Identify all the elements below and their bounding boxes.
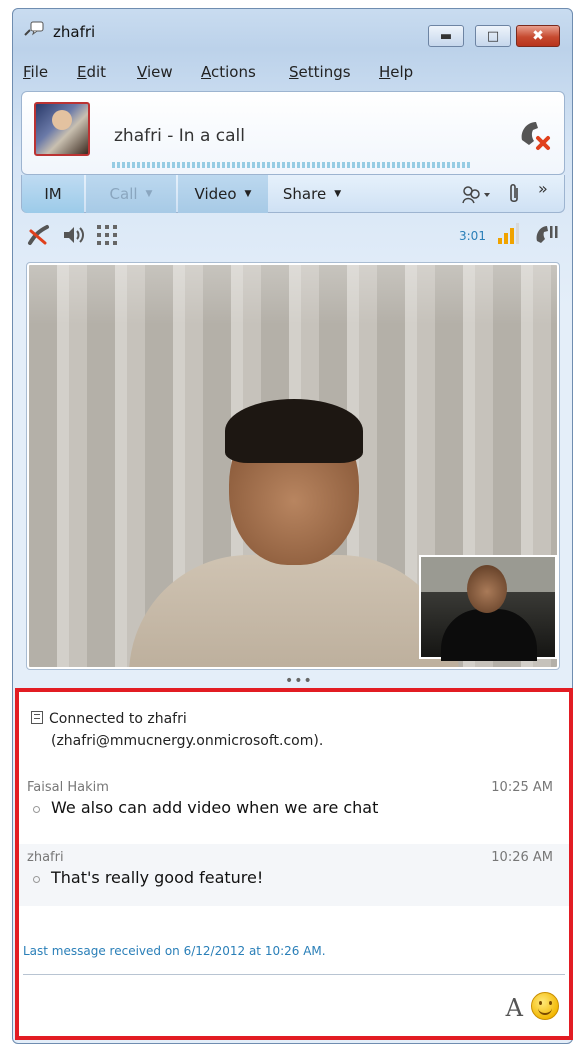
message-text: That's really good feature!: [51, 868, 264, 887]
message-group: zhafri 10:26 AM That's really good featu…: [19, 844, 569, 906]
tab-im-label: IM: [44, 185, 62, 203]
self-view-video[interactable]: [419, 555, 557, 661]
menu-view[interactable]: View: [137, 63, 173, 81]
contact-status: zhafri - In a call: [114, 126, 245, 146]
menu-edit[interactable]: Edit: [77, 63, 106, 81]
remote-participant-video: [129, 399, 459, 667]
conversation-panel: Connected to zhafri (zhafri@mmucnergy.on…: [15, 688, 573, 1040]
signal-quality-icon: [498, 223, 519, 244]
minimize-button[interactable]: ▬: [428, 25, 464, 47]
chevron-down-icon: ▼: [244, 189, 252, 199]
close-icon: ✖: [532, 28, 544, 44]
pane-splitter[interactable]: •••: [285, 673, 313, 689]
audio-activity-indicator: [112, 162, 472, 168]
participants-icon[interactable]: [462, 185, 492, 205]
modality-toolbar: IM Call ▼ Video ▼ Share ▼ »: [21, 175, 565, 213]
menu-actions[interactable]: Actions: [201, 63, 256, 81]
tab-im[interactable]: IM: [22, 175, 84, 213]
font-button[interactable]: A: [506, 994, 523, 1022]
remote-participant-body: [129, 555, 459, 667]
dialpad-icon[interactable]: [95, 223, 119, 247]
window-title: zhafri: [53, 23, 96, 41]
maximize-icon: □: [486, 28, 500, 44]
self-view-head: [467, 565, 507, 613]
tab-call[interactable]: Call ▼: [86, 175, 176, 213]
emoticon-icon[interactable]: [531, 992, 559, 1020]
tab-video-label: Video: [194, 185, 237, 203]
message-sender: zhafri: [27, 850, 64, 865]
menu-file[interactable]: File: [23, 63, 48, 81]
title-bar: zhafri ▬ □ ✖: [13, 9, 572, 53]
conversation-header: zhafri - In a call: [21, 91, 565, 175]
call-controls: 3:01: [21, 223, 565, 251]
lync-app-icon: [24, 21, 44, 36]
message-group: Faisal Hakim 10:25 AM We also can add vi…: [19, 774, 569, 836]
close-button[interactable]: ✖: [516, 25, 560, 47]
message-bullet-icon: [33, 806, 40, 813]
call-duration: 3:01: [459, 229, 486, 243]
self-view-body: [441, 609, 537, 661]
connected-email: (zhafri@mmucnergy.onmicrosoft.com).: [51, 733, 324, 749]
attachment-icon[interactable]: [507, 183, 521, 205]
message-input[interactable]: A: [23, 978, 565, 1036]
maximize-button[interactable]: □: [475, 25, 511, 47]
contact-avatar[interactable]: [34, 102, 90, 156]
speaker-icon[interactable]: [61, 223, 85, 247]
message-bullet-icon: [33, 876, 40, 883]
minimize-icon: ▬: [439, 28, 453, 44]
menu-settings[interactable]: Settings: [289, 63, 351, 81]
tab-call-label: Call: [109, 185, 138, 203]
remote-participant-hair: [225, 399, 363, 463]
mute-mic-icon[interactable]: [27, 223, 51, 247]
last-message-status: Last message received on 6/12/2012 at 10…: [23, 944, 326, 958]
chevron-down-icon: ▼: [334, 189, 342, 199]
message-time: 10:25 AM: [491, 780, 553, 795]
video-stream-remote[interactable]: [26, 262, 560, 670]
input-divider: [23, 974, 565, 975]
message-sender: Faisal Hakim: [27, 780, 109, 795]
connected-text: Connected to zhafri: [49, 711, 187, 727]
message-time: 10:26 AM: [491, 850, 553, 865]
message-text: We also can add video when we are chat: [51, 798, 379, 817]
hold-call-icon[interactable]: [533, 223, 559, 247]
tab-share-label: Share: [282, 185, 327, 203]
hang-up-icon[interactable]: [516, 116, 552, 152]
chevron-down-icon: ▼: [145, 189, 153, 199]
connection-notice: Connected to zhafri (zhafri@mmucnergy.on…: [31, 708, 323, 752]
tab-video[interactable]: Video ▼: [178, 175, 268, 213]
tab-share[interactable]: Share ▼: [272, 175, 352, 213]
more-options-button[interactable]: »: [538, 179, 548, 198]
contact-card-icon: [31, 711, 43, 724]
menu-help[interactable]: Help: [379, 63, 413, 81]
